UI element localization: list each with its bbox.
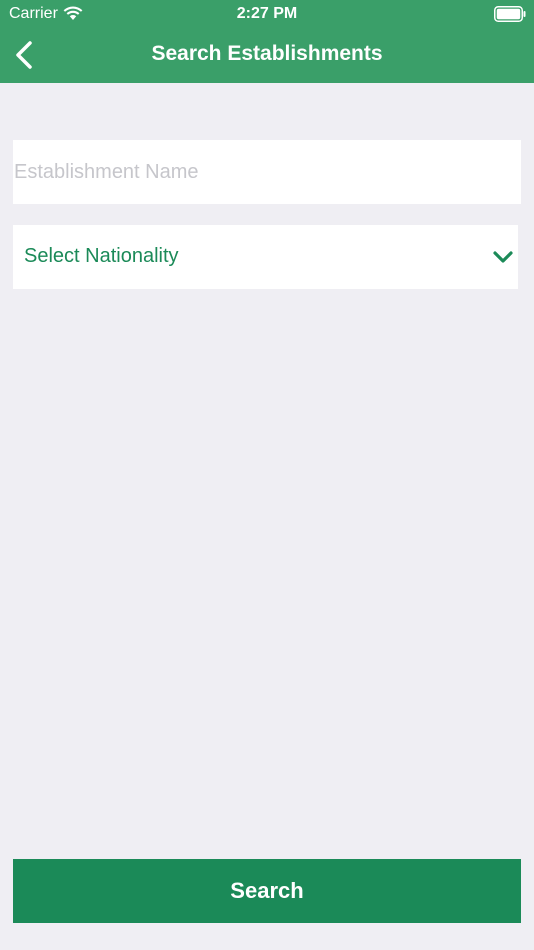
establishment-name-input[interactable] [13,140,521,204]
chevron-down-icon [493,251,513,263]
nationality-selected-label: Select Nationality [24,245,179,267]
nationality-dropdown[interactable]: Select Nationality [13,225,518,289]
page-title: Search Establishments [151,42,383,65]
status-time: 2:27 PM [236,5,298,22]
search-button[interactable]: Search [13,859,521,923]
search-establishments-screen: Carrier 2:27 PM Search Establishments Es… [0,0,534,950]
navigation-bar: Search Establishments [0,28,534,83]
header: Carrier 2:27 PM Search Establishments [0,0,534,83]
battery-icon [494,6,526,22]
status-bar: Carrier 2:27 PM [0,0,534,28]
